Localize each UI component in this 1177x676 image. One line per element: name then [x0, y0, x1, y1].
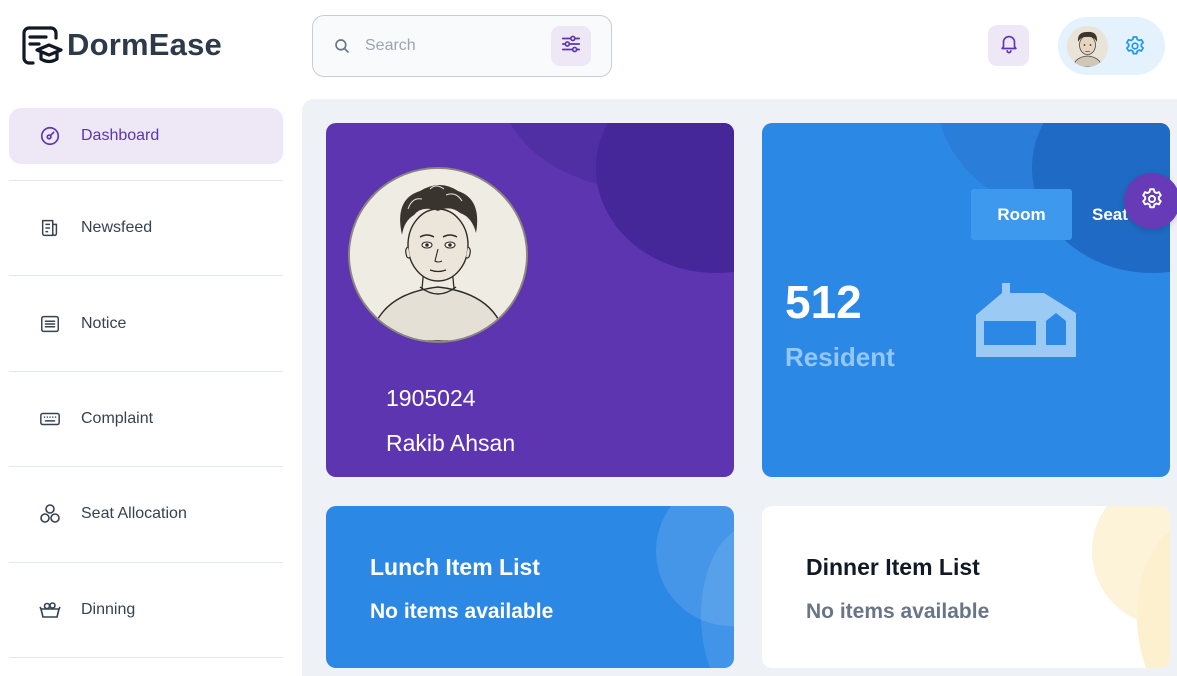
sidebar-item-label: Dinning [81, 600, 136, 618]
avatar[interactable] [1067, 25, 1108, 67]
sidebar-item-highlight: Dashboard [9, 108, 283, 164]
student-name: Rakib Ahsan [386, 430, 516, 456]
decorative-circle [596, 123, 734, 273]
search-icon [333, 37, 351, 55]
lunch-card: Lunch Item List No items available [326, 506, 734, 668]
sidebar-item-row: Seat Allocation [38, 502, 283, 526]
dashboard-gauge-icon [38, 124, 62, 148]
resident-card: Room Seat 512 Resident [762, 123, 1170, 477]
sidebar-item-dinning[interactable]: Dinning [9, 563, 283, 658]
app-root: DormEase Search Dashboard Newsfeed Notic… [0, 0, 1177, 676]
sidebar-item-newsfeed[interactable]: Newsfeed [9, 181, 283, 277]
lunch-title: Lunch Item List [370, 554, 540, 580]
sidebar-item-label: Notice [81, 314, 127, 332]
settings-fab[interactable] [1124, 173, 1177, 229]
notification-button[interactable] [988, 25, 1029, 66]
search-bar [312, 15, 612, 77]
app-name: DormEase [67, 27, 222, 62]
lunch-empty-text: No items available [370, 600, 554, 623]
sidebar-item-label: Dashboard [81, 127, 160, 144]
list-document-icon [38, 312, 62, 336]
sidebar-item-row: Notice [38, 312, 283, 336]
sidebar-item-row: Dinning [38, 598, 283, 622]
sidebar-item-row: Complaint [38, 407, 283, 431]
circles-icon [38, 502, 62, 526]
dinner-title: Dinner Item List [806, 554, 980, 580]
resident-label: Resident [785, 342, 895, 372]
filter-button[interactable] [551, 26, 591, 66]
house-icon [974, 283, 1078, 364]
sliders-icon [560, 33, 582, 60]
food-bowl-icon [38, 598, 62, 622]
newspaper-icon [38, 216, 62, 240]
student-id: 1905024 [386, 385, 476, 411]
logo[interactable]: DormEase [21, 24, 222, 66]
sidebar-item-notice[interactable]: Notice [9, 276, 283, 372]
keyboard-icon [38, 407, 62, 431]
gear-icon [1139, 186, 1165, 217]
search-input[interactable] [365, 37, 545, 55]
resident-count: 512 [785, 276, 862, 328]
sidebar-item-label: Complaint [81, 409, 154, 427]
tab-room[interactable]: Room [971, 189, 1072, 240]
sidebar-item-dashboard[interactable]: Dashboard [9, 108, 283, 181]
graduation-cap-logo-icon [21, 24, 63, 66]
profile-photo [348, 167, 528, 343]
profile-menu[interactable] [1058, 17, 1165, 75]
profile-card: 1905024 Rakib Ahsan [326, 123, 734, 477]
sidebar-item-seat-allocation[interactable]: Seat Allocation [9, 467, 283, 563]
dinner-card: Dinner Item List No items available [762, 506, 1170, 668]
sidebar: Dashboard Newsfeed Notice Complaint Seat… [9, 108, 283, 658]
sidebar-item-row: Newsfeed [38, 216, 283, 240]
sidebar-item-label: Seat Allocation [81, 505, 187, 523]
dinner-empty-text: No items available [806, 600, 990, 623]
gear-icon[interactable] [1123, 34, 1147, 58]
main-content: 1905024 Rakib Ahsan Room Seat 512 Reside… [302, 99, 1177, 676]
bell-icon [998, 32, 1020, 59]
sidebar-item-label: Newsfeed [81, 219, 153, 237]
sidebar-item-complaint[interactable]: Complaint [9, 372, 283, 468]
